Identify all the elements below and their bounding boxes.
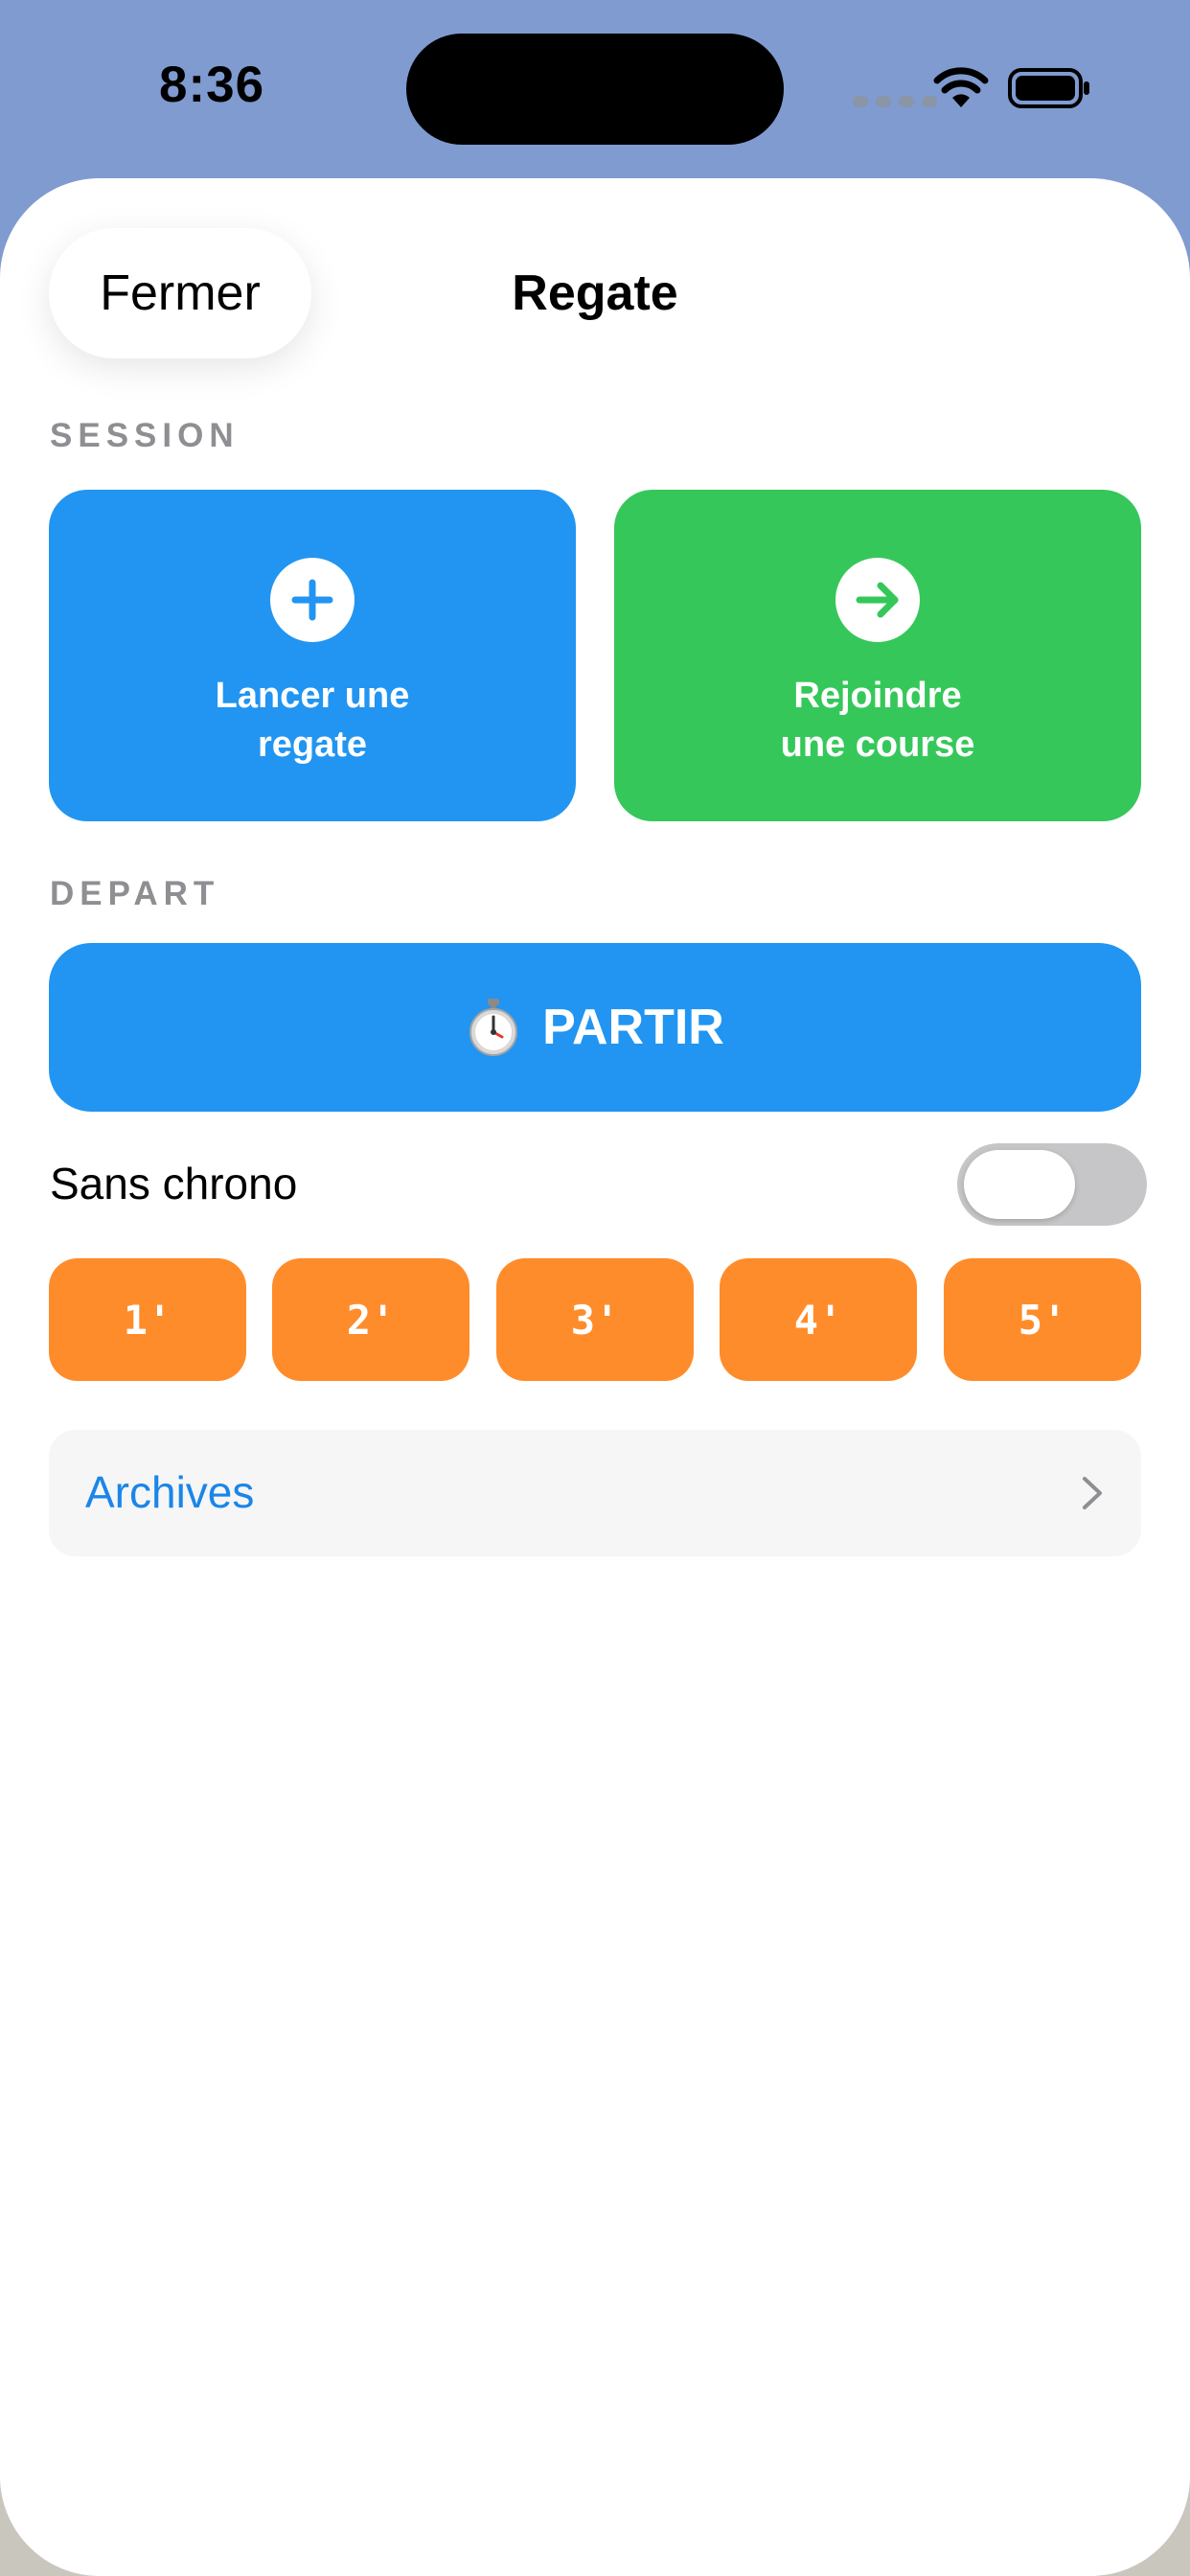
minute-button-5[interactable]: 5' [944,1258,1141,1381]
status-time: 8:36 [159,57,265,113]
start-button[interactable]: PARTIR [49,943,1141,1112]
arrow-right-icon [835,558,920,642]
no-timer-label: Sans chrono [50,1159,298,1208]
archives-row[interactable]: Archives [49,1430,1141,1556]
minute-button-3[interactable]: 3' [496,1258,694,1381]
dynamic-island [406,34,784,145]
archives-label: Archives [85,1467,255,1517]
sheet-title: Regate [512,265,678,321]
regate-sheet: Fermer Regate SESSION Lancer une regate … [0,178,1190,2576]
join-race-label: Rejoindre une course [614,672,1141,770]
plus-icon [270,558,355,642]
launch-regate-button[interactable]: Lancer une regate [49,490,576,821]
section-label-session: SESSION [50,417,240,454]
signal-dots-icon [853,96,937,107]
section-label-depart: DEPART [50,875,220,912]
launch-regate-label: Lancer une regate [49,672,576,770]
wifi-icon [933,67,989,107]
toggle-knob [964,1150,1075,1219]
battery-icon [1008,68,1089,108]
minute-button-4[interactable]: 4' [720,1258,917,1381]
minute-button-1[interactable]: 1' [49,1258,246,1381]
chevron-right-icon [1083,1477,1102,1509]
no-timer-toggle[interactable] [957,1143,1147,1226]
join-race-label-line2: une course [780,724,975,765]
launch-regate-label-line1: Lancer une [215,676,410,716]
minute-button-2[interactable]: 2' [272,1258,469,1381]
status-bar: 8:36 [0,0,1190,172]
launch-regate-label-line2: regate [257,724,368,765]
join-race-label-line1: Rejoindre [793,676,962,716]
stopwatch-icon [469,999,518,1056]
start-button-label: PARTIR [542,1000,724,1055]
join-race-button[interactable]: Rejoindre une course [614,490,1141,821]
